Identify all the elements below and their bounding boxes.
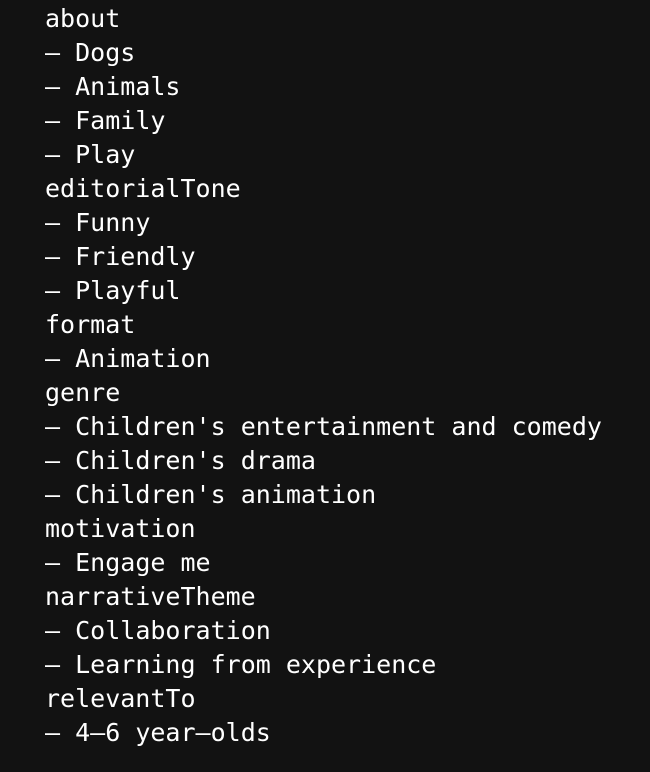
- list-item: – Friendly: [45, 240, 650, 274]
- bullet-dash: –: [45, 412, 61, 441]
- list-item: – Learning from experience: [45, 648, 650, 682]
- list-item: – Children's entertainment and comedy: [45, 410, 650, 444]
- list-item-value: 4–6 year–olds: [75, 718, 271, 747]
- list-item: – Playful: [45, 274, 650, 308]
- list-item: – Dogs: [45, 36, 650, 70]
- terminal-output: about – Dogs – Animals – Family – Play editor…: [0, 0, 650, 772]
- list-item-value: Friendly: [75, 242, 196, 271]
- list-item-value: Dogs: [75, 38, 136, 67]
- list-item-value: Children's drama: [75, 446, 316, 475]
- list-item-value: Funny: [75, 208, 151, 237]
- list-item: – Children's animation: [45, 478, 650, 512]
- bullet-dash: –: [45, 446, 61, 475]
- bullet-dash: –: [45, 276, 61, 305]
- bullet-dash: –: [45, 38, 61, 67]
- list-item: – Play: [45, 138, 650, 172]
- list-item-value: Animals: [75, 72, 181, 101]
- bullet-dash: –: [45, 140, 61, 169]
- list-item: – Engage me: [45, 546, 650, 580]
- bullet-dash: –: [45, 548, 61, 577]
- list-item: – Family: [45, 104, 650, 138]
- list-item-value: Collaboration: [75, 616, 271, 645]
- list-item: – Children's drama: [45, 444, 650, 478]
- section-key-label: format: [45, 310, 136, 339]
- section-key-label: relevantTo: [45, 684, 196, 713]
- section-key-label: genre: [45, 378, 121, 407]
- section-key-relevantTo: relevantTo: [45, 682, 650, 716]
- section-key-label: narrativeTheme: [45, 582, 256, 611]
- section-key-narrativeTheme: narrativeTheme: [45, 580, 650, 614]
- section-key-genre: genre: [45, 376, 650, 410]
- section-key-label: motivation: [45, 514, 196, 543]
- section-key-format: format: [45, 308, 650, 342]
- list-item-value: Children's animation: [75, 480, 377, 509]
- list-item-value: Playful: [75, 276, 181, 305]
- list-item: – 4–6 year–olds: [45, 716, 650, 750]
- list-item-value: Children's entertainment and comedy: [75, 412, 602, 441]
- section-key-label: about: [45, 4, 121, 33]
- section-key-editorialTone: editorialTone: [45, 172, 650, 206]
- bullet-dash: –: [45, 344, 61, 373]
- list-item-value: Play: [75, 140, 136, 169]
- bullet-dash: –: [45, 616, 61, 645]
- section-key-motivation: motivation: [45, 512, 650, 546]
- bullet-dash: –: [45, 242, 61, 271]
- bullet-dash: –: [45, 208, 61, 237]
- bullet-dash: –: [45, 72, 61, 101]
- bullet-dash: –: [45, 480, 61, 509]
- list-item-value: Engage me: [75, 548, 211, 577]
- list-item-value: Learning from experience: [75, 650, 437, 679]
- section-key-label: editorialTone: [45, 174, 241, 203]
- list-item-value: Animation: [75, 344, 211, 373]
- bullet-dash: –: [45, 106, 61, 135]
- section-key-about: about: [45, 2, 650, 36]
- list-item: – Collaboration: [45, 614, 650, 648]
- bullet-dash: –: [45, 718, 61, 747]
- bullet-dash: –: [45, 650, 61, 679]
- list-item-value: Family: [75, 106, 166, 135]
- list-item: – Animals: [45, 70, 650, 104]
- list-item: – Funny: [45, 206, 650, 240]
- list-item: – Animation: [45, 342, 650, 376]
